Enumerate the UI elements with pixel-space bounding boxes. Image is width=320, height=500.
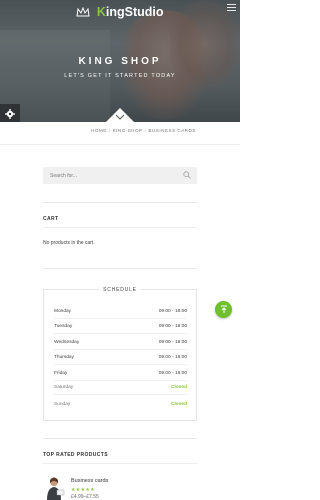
- schedule-row: Friday 09:00 - 18:00: [54, 367, 187, 381]
- hero-title: KING SHOP: [78, 56, 162, 67]
- hero-banner: KingStudio KING SHOP LET'S GET IT STARTE…: [0, 0, 240, 122]
- product-rating-stars: ★★★★★: [71, 487, 95, 493]
- divider: [43, 202, 197, 203]
- divider: [43, 268, 197, 269]
- logo[interactable]: KingStudio: [0, 3, 240, 19]
- hamburger-menu-icon[interactable]: [227, 4, 236, 12]
- divider: [43, 227, 197, 228]
- schedule-row: Tuesday 09:00 - 18:00: [54, 320, 187, 334]
- breadcrumb-home[interactable]: HOME: [91, 128, 107, 133]
- schedule-row: Sunday Closed: [54, 401, 187, 407]
- logo-text: KingStudio: [96, 4, 164, 19]
- cart-title: CART: [43, 216, 59, 222]
- arrow-up-icon: [220, 305, 227, 313]
- gear-icon: [5, 108, 15, 119]
- schedule-widget: SCHEDULE Monday 09:00 - 18:00 Tuesday 09:0…: [43, 287, 197, 421]
- divider: [43, 463, 197, 464]
- search-input[interactable]: [50, 167, 170, 184]
- search-box: [43, 167, 197, 184]
- search-icon[interactable]: [183, 171, 191, 179]
- product-thumbnail[interactable]: [43, 474, 67, 500]
- schedule-row: Thursday 09:00 - 18:00: [54, 351, 187, 365]
- scroll-down-chevron-icon[interactable]: [106, 105, 134, 122]
- crown-logo-icon: [76, 6, 91, 17]
- divider: [43, 438, 197, 439]
- schedule-row: Monday 09:00 - 18:00: [54, 305, 187, 319]
- schedule-row: Saturday Closed: [54, 381, 187, 395]
- product-name[interactable]: Business cards: [71, 478, 108, 484]
- top-rated-title: TOP RATED PRODUCTS: [43, 452, 108, 458]
- breadcrumb-current: BUSINESS CARDS: [148, 128, 196, 133]
- divider: [0, 144, 240, 145]
- schedule-row: Wednesday 09:00 - 18:00: [54, 336, 187, 350]
- cart-empty-message: No products in the cart.: [43, 240, 95, 246]
- hero-subtitle: LET'S GET IT STARTED TODAY: [64, 73, 176, 79]
- product-price: £4.99–£7.55: [71, 494, 99, 500]
- breadcrumb: HOME / KING SHOP / BUSINESS CARDS: [91, 128, 196, 133]
- breadcrumb-king-shop[interactable]: KING SHOP: [113, 128, 143, 133]
- settings-button[interactable]: [0, 104, 20, 122]
- schedule-title: SCHEDULE: [44, 287, 196, 296]
- back-to-top-button[interactable]: [215, 301, 232, 318]
